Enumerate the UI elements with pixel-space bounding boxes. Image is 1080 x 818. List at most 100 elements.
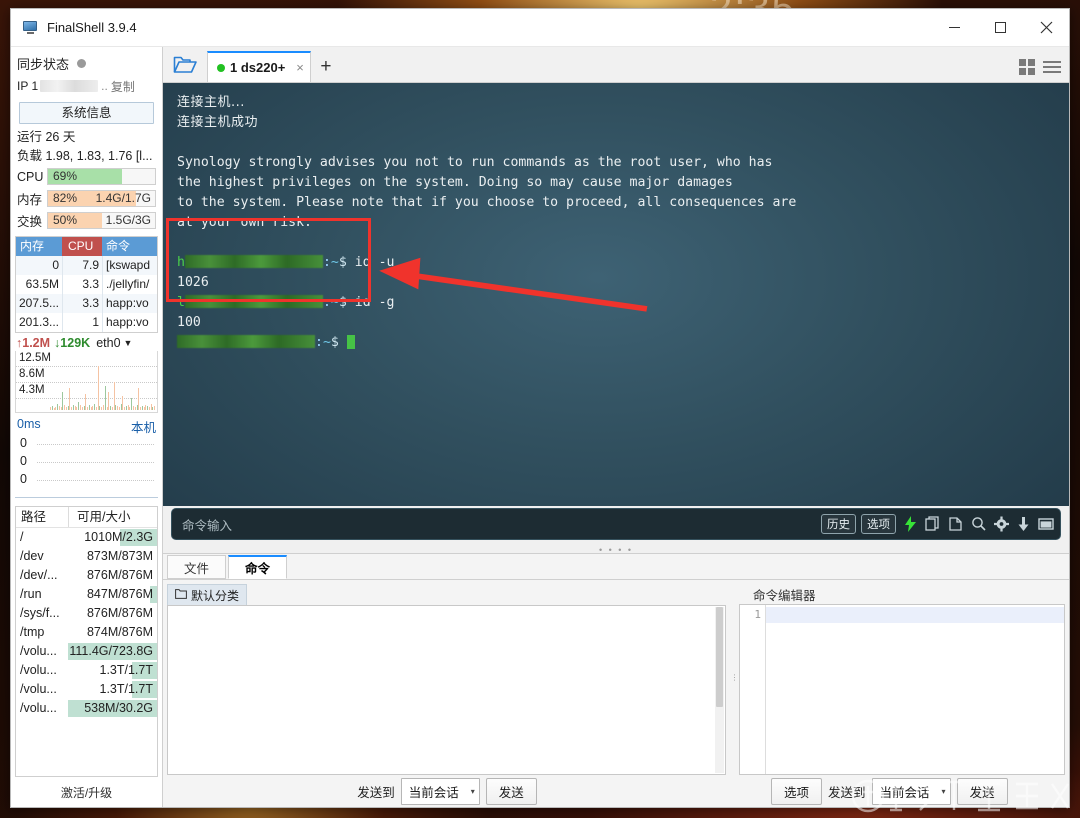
editor-options-button[interactable]: 选项 — [771, 777, 823, 805]
network-bar — [58, 406, 60, 410]
disk-row[interactable]: /dev 873M/873M — [16, 547, 157, 566]
network-bar — [148, 407, 150, 410]
command-input-bar: 命令输入 历史 选项 — [163, 506, 1069, 546]
latency-host-label[interactable]: 本机 — [131, 417, 156, 436]
window-icon[interactable] — [1038, 516, 1054, 532]
process-cpu: 7.9 — [62, 256, 102, 275]
sync-status-indicator — [77, 58, 87, 68]
left-send-target-select[interactable]: 当前会话 ▾ — [400, 777, 480, 805]
command-list-pane: 默认分类 — [163, 580, 730, 775]
close-icon[interactable]: × — [296, 60, 304, 75]
disk-usage-table: 路径 可用/大小 / 1010M/2.3G/dev 873M/873M/dev/..… — [15, 506, 158, 777]
system-info-button[interactable]: 系统信息 — [19, 102, 154, 124]
disk-size: 1010M/2.3G — [68, 528, 157, 547]
left-send-button[interactable]: 发送 — [485, 777, 537, 805]
right-send-to-label: 发送到 — [828, 785, 866, 800]
maximize-button[interactable] — [977, 9, 1023, 47]
right-send-target-select[interactable]: 当前会话 ▾ — [871, 777, 951, 805]
terminal-output[interactable]: 连接主机... 连接主机成功 Synology strongly advises y… — [163, 83, 1069, 506]
copy-icon[interactable] — [925, 516, 940, 532]
network-bar — [51, 406, 53, 410]
category-tab-default[interactable]: 默认分类 — [167, 584, 248, 605]
network-bar — [65, 407, 67, 410]
process-row[interactable]: 207.5... 3.3 happ:vo — [16, 294, 157, 313]
disk-path: /tmp — [20, 625, 45, 639]
network-bar — [132, 406, 134, 410]
command-editor-title: 命令编辑器 — [753, 588, 816, 603]
network-bar — [111, 407, 113, 410]
right-send-target-value: 当前会话 — [879, 785, 930, 800]
meter-label: 交换 — [17, 215, 43, 229]
minimize-button[interactable] — [931, 9, 977, 47]
disk-header-size[interactable]: 可用/大小 — [68, 507, 157, 527]
disk-path: /run — [20, 587, 42, 601]
options-button[interactable]: 选项 — [861, 514, 896, 534]
process-mem: 63.5M — [25, 277, 59, 291]
hamburger-menu-icon[interactable] — [1043, 61, 1061, 73]
process-table: 内存 CPU 命令 0 7.9 [kswapd 63.5M 3.3 ./jellyfin/… — [15, 236, 158, 333]
command-list[interactable] — [167, 605, 726, 775]
network-header: ↑1.2M ↓129K eth0 ▼ — [11, 333, 162, 351]
close-button[interactable] — [1023, 9, 1069, 47]
network-bar — [71, 407, 72, 410]
network-bar — [69, 388, 71, 410]
network-bar — [140, 407, 141, 410]
process-header-cmd[interactable]: 命令 — [102, 237, 157, 256]
process-header-mem[interactable]: 内存 — [16, 237, 62, 256]
chevron-down-icon[interactable]: ▼ — [124, 338, 133, 348]
disk-row[interactable]: /tmp 874M/876M — [16, 623, 157, 642]
lightning-icon[interactable] — [904, 516, 917, 532]
grid-view-icon[interactable] — [1019, 59, 1035, 75]
network-bar — [154, 406, 155, 410]
network-bar — [74, 406, 76, 410]
command-input-placeholder[interactable]: 命令输入 — [182, 515, 816, 534]
terminal-line: 连接主机成功 — [177, 115, 259, 130]
network-bar — [101, 407, 102, 410]
command-input-container[interactable]: 命令输入 历史 选项 — [171, 508, 1061, 540]
gear-icon[interactable] — [994, 516, 1009, 532]
right-send-button[interactable]: 发送 — [956, 777, 1008, 805]
disk-row[interactable]: /run 847M/876M — [16, 585, 157, 604]
process-row[interactable]: 201.3... 1 happ:vo — [16, 313, 157, 332]
disk-row[interactable]: /sys/f... 876M/876M — [16, 604, 157, 623]
paste-icon[interactable] — [948, 516, 963, 532]
disk-row[interactable]: /volu... 111.4G/723.8G — [16, 642, 157, 661]
disk-row[interactable]: /volu... 1.3T/1.7T — [16, 661, 157, 680]
disk-row[interactable]: /volu... 538M/30.2G — [16, 699, 157, 718]
bottom-panel-divider[interactable]: ⋮ — [730, 580, 739, 775]
copy-ip-button[interactable]: 复制 — [111, 78, 135, 95]
editor-code-area[interactable] — [766, 605, 1064, 774]
disk-row[interactable]: / 1010M/2.3G — [16, 528, 157, 547]
disk-row[interactable]: /volu... 1.3T/1.7T — [16, 680, 157, 699]
divider-grip-dots: ⋮ — [730, 673, 739, 682]
command-list-scrollbar[interactable] — [715, 607, 724, 773]
process-header-cpu[interactable]: CPU — [62, 237, 102, 256]
disk-size: 874M/876M — [86, 625, 153, 639]
tab-commands[interactable]: 命令 — [228, 555, 288, 579]
process-row[interactable]: 0 7.9 [kswapd — [16, 256, 157, 275]
process-row[interactable]: 63.5M 3.3 ./jellyfin/ — [16, 275, 157, 294]
disk-path: / — [20, 530, 24, 544]
network-interface-label[interactable]: eth0 — [96, 336, 120, 350]
search-icon[interactable] — [971, 516, 986, 532]
right-send-controls: 选项 发送到 当前会话 ▾ 发送 — [731, 777, 1069, 805]
command-editor[interactable]: 1 — [739, 604, 1065, 775]
sync-status-row: 同步状态 — [11, 51, 162, 75]
disk-header-path[interactable]: 路径 — [16, 507, 68, 527]
history-button[interactable]: 历史 — [821, 514, 856, 534]
network-bars — [50, 353, 155, 410]
network-bar — [125, 406, 127, 410]
network-bar — [78, 402, 80, 410]
new-tab-button[interactable]: + — [311, 51, 341, 82]
tab-files[interactable]: 文件 — [167, 555, 227, 579]
open-folder-icon[interactable] — [163, 46, 207, 82]
bottom-panel-content: 默认分类 ⋮ 命令编辑器 1 — [163, 580, 1069, 775]
panel-resize-handle[interactable]: • • • • — [163, 545, 1069, 554]
disk-row[interactable]: /dev/... 876M/876M — [16, 566, 157, 585]
process-cmd: happ:vo — [102, 313, 157, 332]
tab-ds220[interactable]: 1 ds220+ × — [207, 51, 311, 82]
activate-upgrade-link[interactable]: 激活/升级 — [11, 777, 162, 807]
network-bar — [62, 392, 64, 410]
download-icon[interactable] — [1017, 516, 1030, 532]
network-bar — [92, 406, 94, 410]
